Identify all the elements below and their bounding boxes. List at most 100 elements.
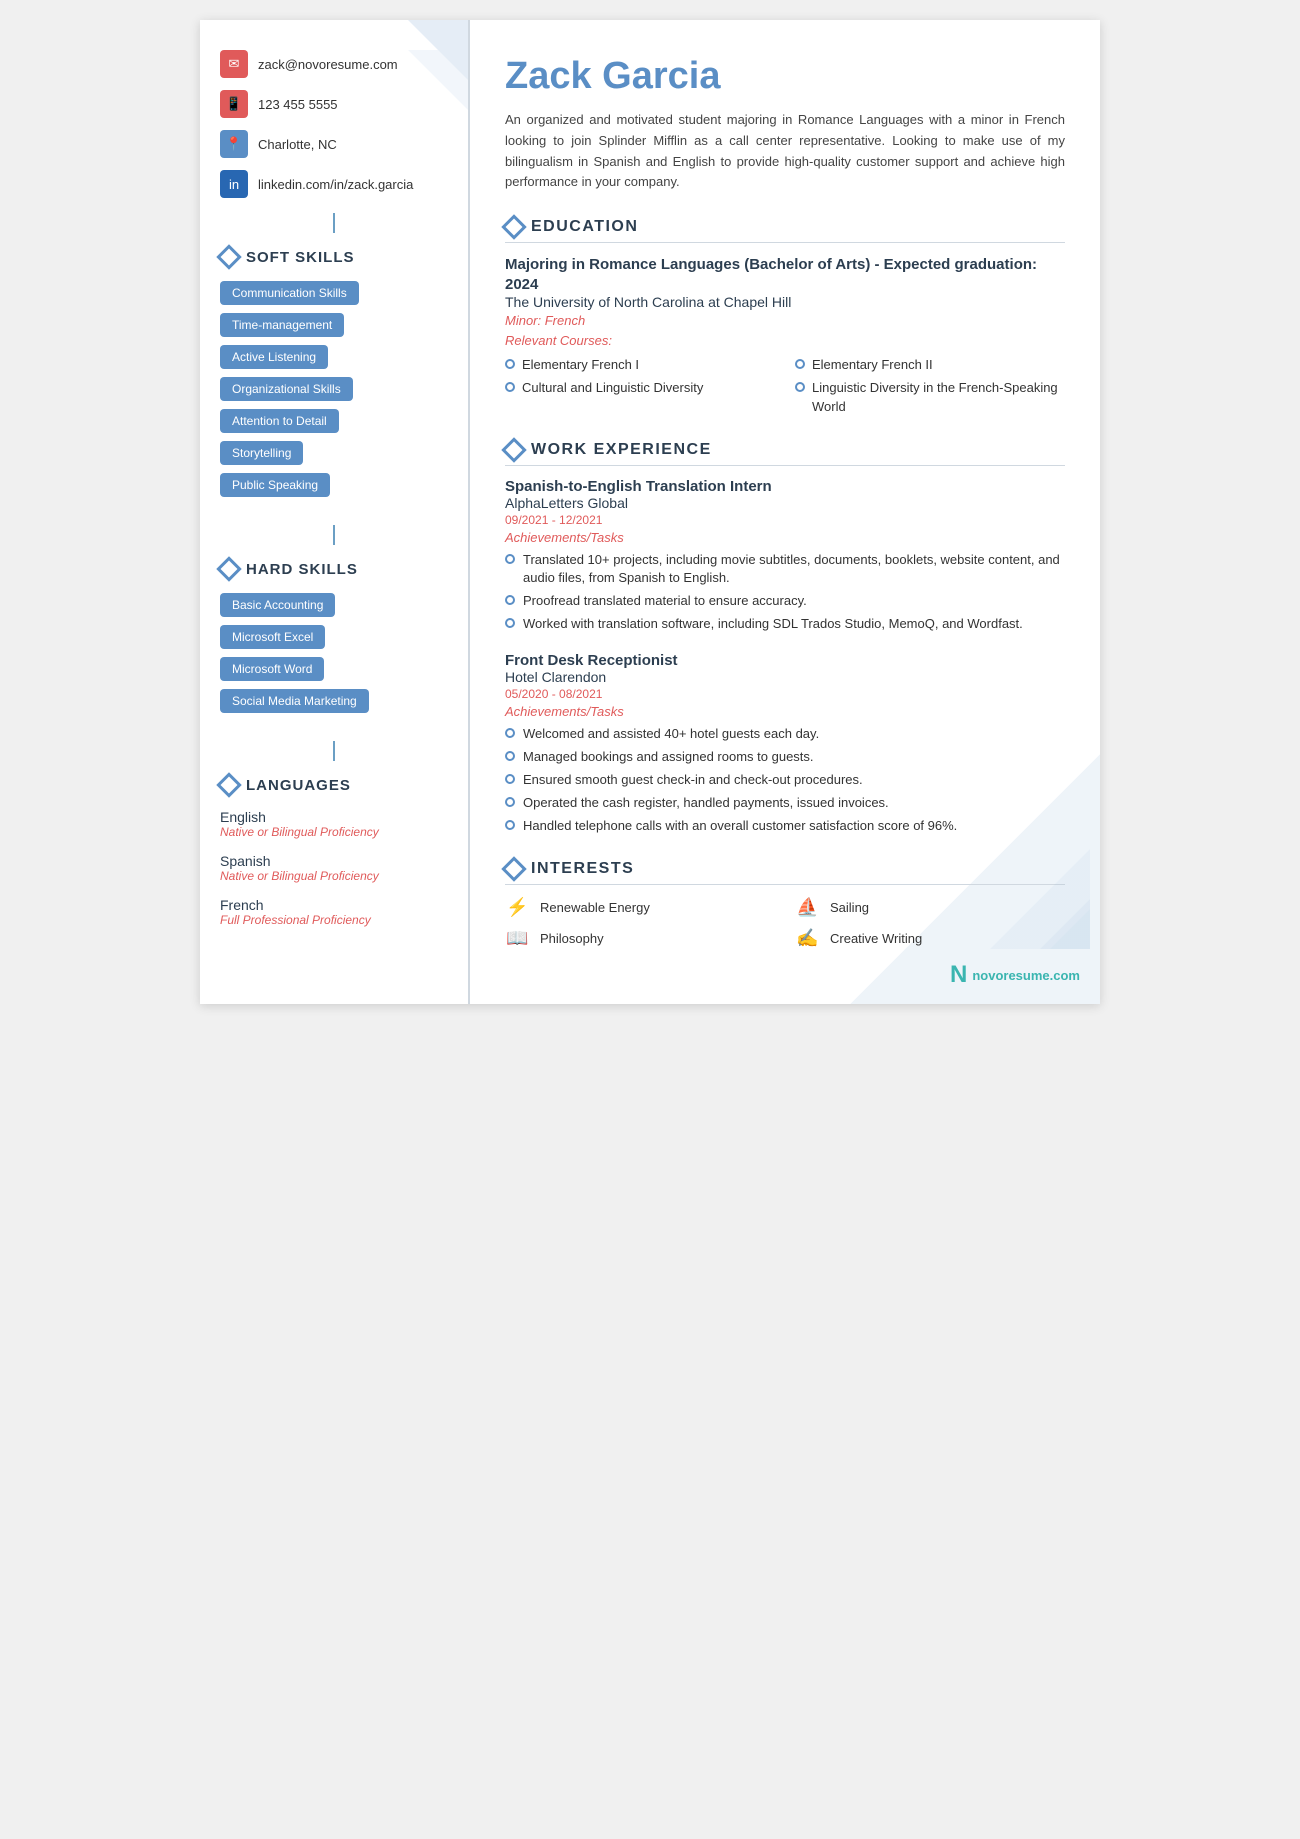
job-2-title: Front Desk Receptionist xyxy=(505,652,1065,669)
skill-organizational: Organizational Skills xyxy=(220,377,353,401)
work-title: WORK EXPERIENCE xyxy=(531,441,712,459)
job-1-achievement-3: Worked with translation software, includ… xyxy=(505,615,1065,633)
interests-header: INTERESTS xyxy=(505,860,1065,885)
lang-spanish: Spanish Native or Bilingual Proficiency xyxy=(220,853,448,883)
job-2-dates: 05/2020 - 08/2021 xyxy=(505,687,1065,701)
course-text: Elementary French I xyxy=(522,356,639,374)
course-bullet xyxy=(795,382,805,392)
diamond-icon xyxy=(216,244,241,269)
achievement-text: Ensured smooth guest check-in and check-… xyxy=(523,771,863,789)
bullet xyxy=(505,618,515,628)
interest-renewable: ⚡ Renewable Energy xyxy=(505,897,775,918)
lang-french-name: French xyxy=(220,897,448,913)
divider-3 xyxy=(333,741,335,761)
bullet xyxy=(505,595,515,605)
education-diamond xyxy=(501,214,526,239)
interests-title: INTERESTS xyxy=(531,860,634,878)
interest-philosophy-label: Philosophy xyxy=(540,931,604,946)
sailing-icon: ⛵ xyxy=(795,897,820,918)
job-1: Spanish-to-English Translation Intern Al… xyxy=(505,478,1065,634)
lang-spanish-name: Spanish xyxy=(220,853,448,869)
phone-icon: 📱 xyxy=(220,90,248,118)
bullet xyxy=(505,797,515,807)
phone-contact: 📱 123 455 5555 xyxy=(220,90,448,118)
course-1: Elementary French I xyxy=(505,356,775,374)
course-4: Linguistic Diversity in the French-Speak… xyxy=(795,379,1065,415)
linkedin-icon: in xyxy=(220,170,248,198)
sidebar-decoration xyxy=(348,20,468,145)
job-2-achievement-5: Handled telephone calls with an overall … xyxy=(505,817,1065,835)
skill-communication: Communication Skills xyxy=(220,281,359,305)
interest-sailing-label: Sailing xyxy=(830,900,869,915)
email-text: zack@novoresume.com xyxy=(258,57,398,72)
hard-skills-list: Basic Accounting Microsoft Excel Microso… xyxy=(220,593,448,721)
skill-public-speaking: Public Speaking xyxy=(220,473,330,497)
skill-social-media: Social Media Marketing xyxy=(220,689,369,713)
linkedin-text: linkedin.com/in/zack.garcia xyxy=(258,177,413,192)
skill-attention-detail: Attention to Detail xyxy=(220,409,339,433)
email-contact: ✉ zack@novoresume.com xyxy=(220,50,448,78)
job-1-company: AlphaLetters Global xyxy=(505,495,1065,511)
work-diamond xyxy=(501,437,526,462)
achievement-text: Proofread translated material to ensure … xyxy=(523,592,807,610)
job-1-achievement-1: Translated 10+ projects, including movie… xyxy=(505,551,1065,587)
skill-active-listening: Active Listening xyxy=(220,345,328,369)
course-text: Elementary French II xyxy=(812,356,933,374)
achievement-text: Handled telephone calls with an overall … xyxy=(523,817,957,835)
location-icon: 📍 xyxy=(220,130,248,158)
achievement-text: Operated the cash register, handled paym… xyxy=(523,794,889,812)
job-2-achievement-1: Welcomed and assisted 40+ hotel guests e… xyxy=(505,725,1065,743)
achievement-text: Translated 10+ projects, including movie… xyxy=(523,551,1065,587)
bullet xyxy=(505,820,515,830)
brand-logo: N xyxy=(950,961,967,989)
divider-1 xyxy=(333,213,335,233)
course-3: Cultural and Linguistic Diversity xyxy=(505,379,775,415)
branding: N novoresume.com xyxy=(950,961,1080,989)
achievement-text: Welcomed and assisted 40+ hotel guests e… xyxy=(523,725,819,743)
achievement-text: Managed bookings and assigned rooms to g… xyxy=(523,748,814,766)
brand-text: novoresume.com xyxy=(972,968,1080,983)
bullet xyxy=(505,751,515,761)
location-contact: 📍 Charlotte, NC xyxy=(220,130,448,158)
interests-diamond xyxy=(501,857,526,882)
linkedin-contact: in linkedin.com/in/zack.garcia xyxy=(220,170,448,198)
lang-english: English Native or Bilingual Proficiency xyxy=(220,809,448,839)
lang-english-name: English xyxy=(220,809,448,825)
job-2: Front Desk Receptionist Hotel Clarendon … xyxy=(505,652,1065,836)
soft-skills-section: SOFT SKILLS Communication Skills Time-ma… xyxy=(220,248,448,505)
soft-skills-header: SOFT SKILLS xyxy=(220,248,448,266)
hard-skills-title: HARD SKILLS xyxy=(246,561,358,578)
course-bullet xyxy=(795,359,805,369)
edu-minor: Minor: French xyxy=(505,313,1065,328)
resume-container: ✉ zack@novoresume.com 📱 123 455 5555 📍 C… xyxy=(200,20,1100,1004)
divider-2 xyxy=(333,525,335,545)
languages-section: LANGUAGES English Native or Bilingual Pr… xyxy=(220,776,448,927)
sidebar: ✉ zack@novoresume.com 📱 123 455 5555 📍 C… xyxy=(200,20,470,1004)
courses-grid: Elementary French I Elementary French II… xyxy=(505,356,1065,416)
philosophy-icon: 📖 xyxy=(505,928,530,949)
work-section: WORK EXPERIENCE Spanish-to-English Trans… xyxy=(505,441,1065,836)
diamond-icon-3 xyxy=(216,772,241,797)
job-1-title: Spanish-to-English Translation Intern xyxy=(505,478,1065,495)
lang-french: French Full Professional Proficiency xyxy=(220,897,448,927)
renewable-icon: ⚡ xyxy=(505,897,530,918)
course-bullet xyxy=(505,359,515,369)
education-title: EDUCATION xyxy=(531,218,638,236)
job-2-achievement-4: Operated the cash register, handled paym… xyxy=(505,794,1065,812)
soft-skills-title: SOFT SKILLS xyxy=(246,249,355,266)
interest-writing: ✍ Creative Writing xyxy=(795,928,1065,949)
achievement-text: Worked with translation software, includ… xyxy=(523,615,1023,633)
interest-writing-label: Creative Writing xyxy=(830,931,922,946)
job-2-achievements-label: Achievements/Tasks xyxy=(505,704,1065,719)
course-2: Elementary French II xyxy=(795,356,1065,374)
main-content: Zack Garcia An organized and motivated s… xyxy=(470,20,1100,1004)
job-2-company: Hotel Clarendon xyxy=(505,669,1065,685)
hard-skills-section: HARD SKILLS Basic Accounting Microsoft E… xyxy=(220,560,448,721)
job-2-achievement-3: Ensured smooth guest check-in and check-… xyxy=(505,771,1065,789)
languages-header: LANGUAGES xyxy=(220,776,448,794)
interests-section: INTERESTS ⚡ Renewable Energy ⛵ Sailing 📖… xyxy=(505,860,1065,949)
skill-word: Microsoft Word xyxy=(220,657,324,681)
course-text: Cultural and Linguistic Diversity xyxy=(522,379,703,397)
lang-french-level: Full Professional Proficiency xyxy=(220,913,448,927)
education-section: EDUCATION Majoring in Romance Languages … xyxy=(505,218,1065,416)
